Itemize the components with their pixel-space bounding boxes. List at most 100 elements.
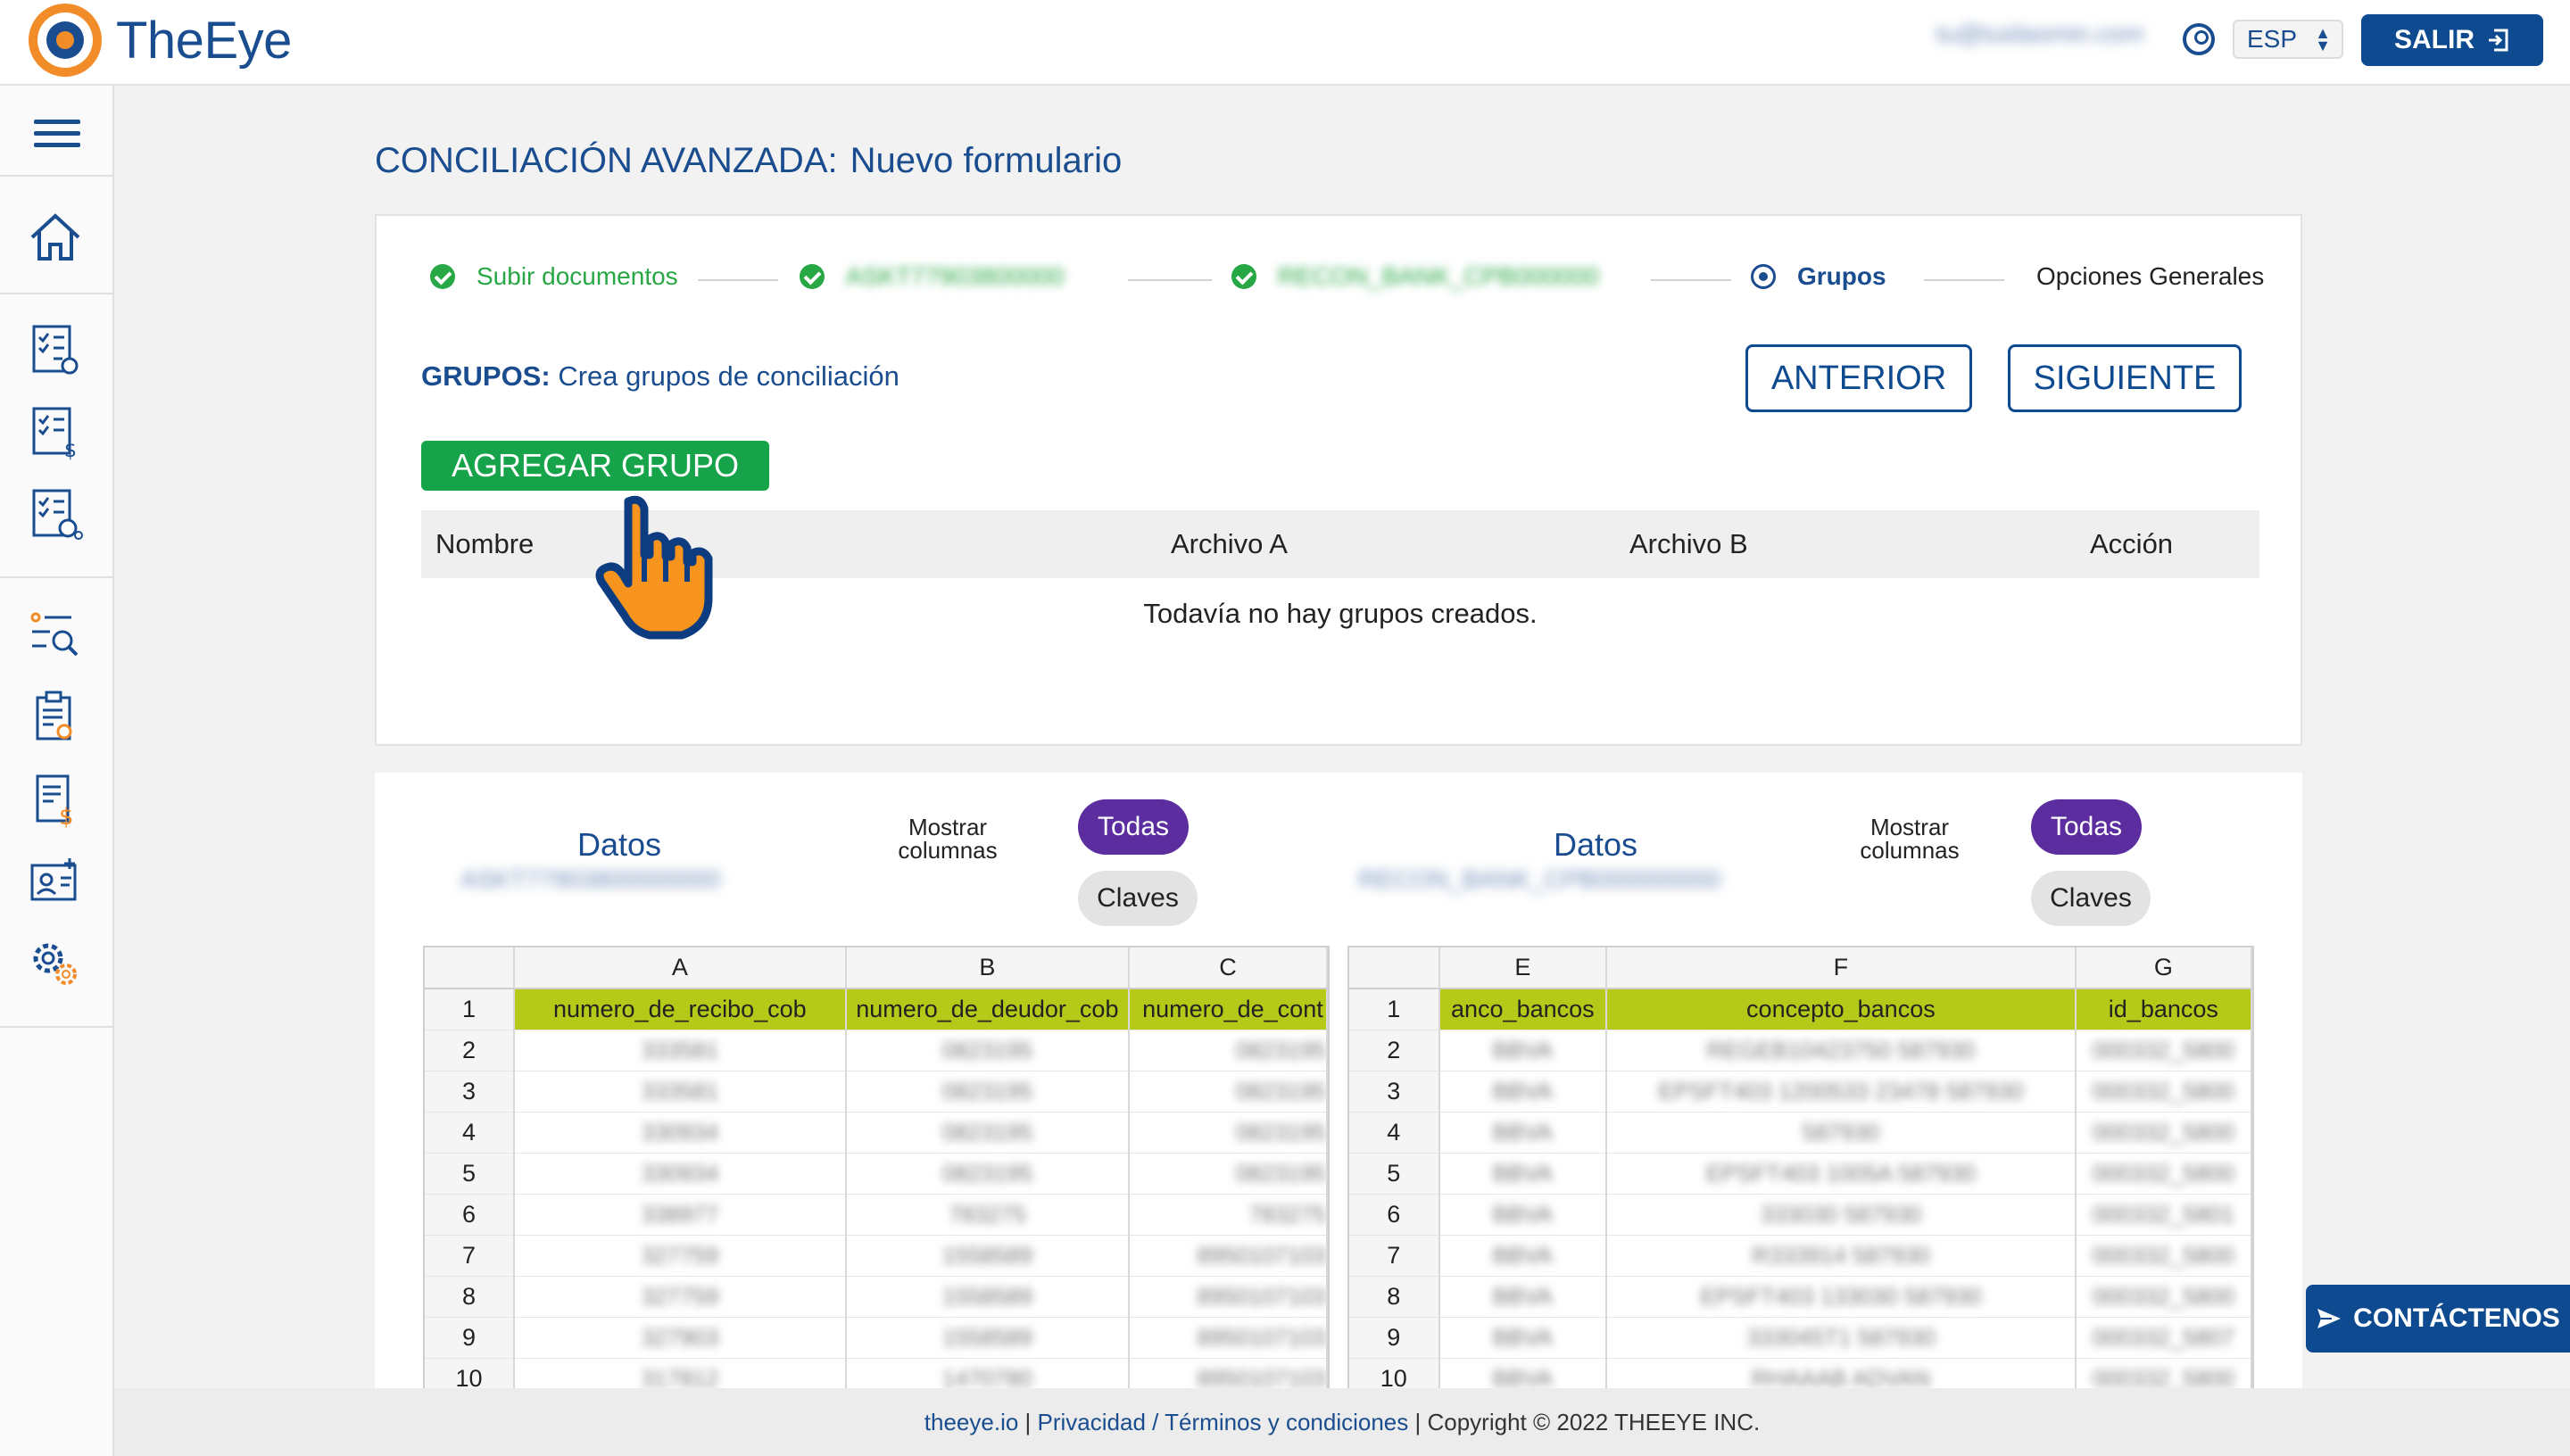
- data-cell[interactable]: 338977: [514, 1194, 847, 1236]
- data-cell[interactable]: REGEB10423750 587930: [1606, 1030, 2077, 1071]
- sidebar-divider: [0, 576, 112, 578]
- field-cell[interactable]: numero_de_cont: [1129, 989, 1328, 1030]
- data-cell[interactable]: BBVA: [1438, 1071, 1608, 1113]
- data-cell[interactable]: 000332_5800: [2075, 1030, 2252, 1071]
- clipboard-check-icon[interactable]: [27, 689, 84, 746]
- data-panel-b: Datos RECON_BANK_CPB000000000 Mostrar co…: [1347, 773, 2267, 1456]
- check-circle-icon: [800, 264, 825, 289]
- data-cell[interactable]: 0823195: [1129, 1112, 1328, 1154]
- panel-title: Datos: [576, 826, 662, 863]
- data-cell[interactable]: 0823195: [1129, 1030, 1328, 1071]
- language-select[interactable]: ESP ▲ ▼: [2233, 20, 2343, 59]
- data-cell[interactable]: 1558589: [845, 1235, 1131, 1277]
- column-letter[interactable]: C: [1129, 947, 1328, 989]
- data-cell[interactable]: 0823195: [845, 1112, 1131, 1154]
- cell-value: 1558589: [941, 1241, 1032, 1269]
- data-cell[interactable]: 783275: [1129, 1194, 1328, 1236]
- data-cell[interactable]: 333581: [514, 1071, 847, 1113]
- data-cell[interactable]: 000332_5800: [2075, 1153, 2252, 1195]
- data-cell[interactable]: EPSFT403 1200533 23478 587930: [1606, 1071, 2077, 1113]
- data-cell[interactable]: 0823195: [1129, 1071, 1328, 1113]
- data-cell[interactable]: EPSFT403 1005A 587930: [1606, 1153, 2077, 1195]
- data-cell[interactable]: 333581: [514, 1030, 847, 1071]
- filter-all-pill[interactable]: Todas: [1078, 799, 1189, 855]
- step-upload-documents[interactable]: Subir documentos: [430, 262, 678, 291]
- data-cell[interactable]: 783275: [845, 1194, 1131, 1236]
- data-cell[interactable]: 8950107103: [1129, 1317, 1328, 1359]
- data-cell[interactable]: BBVA: [1438, 1235, 1608, 1277]
- data-cell[interactable]: 330934: [514, 1153, 847, 1195]
- user-card-add-icon[interactable]: [27, 853, 84, 910]
- column-letter[interactable]: E: [1438, 947, 1608, 989]
- field-cell[interactable]: id_bancos: [2075, 989, 2252, 1030]
- data-cell[interactable]: 000332_5800: [2075, 1235, 2252, 1277]
- data-cell[interactable]: 0823195: [845, 1071, 1131, 1113]
- checklist-settings-icon[interactable]: [27, 321, 84, 378]
- page-subtitle: Nuevo formulario: [850, 141, 1123, 180]
- step-file-a[interactable]: ASKT77903800000: [800, 262, 1064, 291]
- data-cell[interactable]: 327759: [514, 1235, 847, 1277]
- field-cell[interactable]: anco_bancos: [1438, 989, 1608, 1030]
- step-general-options[interactable]: Opciones Generales: [2036, 262, 2264, 291]
- data-cell[interactable]: 587930: [1606, 1112, 2077, 1154]
- gears-icon[interactable]: [27, 935, 84, 992]
- field-cell[interactable]: numero_de_recibo_cob: [514, 989, 847, 1030]
- data-cell[interactable]: BBVA: [1438, 1194, 1608, 1236]
- menu-toggle-icon[interactable]: [34, 120, 80, 148]
- data-cell[interactable]: 333030 587930: [1606, 1194, 2077, 1236]
- data-cell[interactable]: 0823195: [845, 1153, 1131, 1195]
- column-letter[interactable]: F: [1606, 947, 2077, 989]
- app-logo[interactable]: TheEye: [29, 4, 292, 77]
- home-icon[interactable]: [27, 209, 84, 266]
- data-cell[interactable]: 000332_5801: [2075, 1194, 2252, 1236]
- data-cell[interactable]: 1558589: [845, 1276, 1131, 1318]
- data-cell[interactable]: 0823195: [1129, 1153, 1328, 1195]
- data-cell[interactable]: 000332_5800: [2075, 1112, 2252, 1154]
- page-title-main: CONCILIACIÓN AVANZADA:: [375, 141, 838, 180]
- data-cell[interactable]: 327903: [514, 1317, 847, 1359]
- cell-value: 0823195: [941, 1036, 1032, 1063]
- data-cell[interactable]: 8950107103: [1129, 1276, 1328, 1318]
- data-cell[interactable]: BBVA: [1438, 1112, 1608, 1154]
- data-cell[interactable]: 327759: [514, 1276, 847, 1318]
- footer-privacy-link[interactable]: Privacidad: [1038, 1409, 1146, 1435]
- step-file-b[interactable]: RECON_BANK_CPB000000: [1231, 262, 1599, 291]
- data-cell[interactable]: 1558589: [845, 1317, 1131, 1359]
- data-cell[interactable]: BBVA: [1438, 1030, 1608, 1071]
- step-groups[interactable]: Grupos: [1751, 262, 1886, 291]
- checklist-gear-icon[interactable]: [27, 485, 84, 542]
- column-letter[interactable]: A: [514, 947, 847, 989]
- data-cell[interactable]: BBVA: [1438, 1317, 1608, 1359]
- user-account-icon[interactable]: [2183, 23, 2215, 55]
- contact-us-button[interactable]: CONTÁCTENOS: [2306, 1285, 2570, 1353]
- next-button[interactable]: SIGUIENTE: [2008, 344, 2242, 412]
- invoice-dollar-icon[interactable]: $: [27, 771, 84, 828]
- data-cell[interactable]: 000332_5800: [2075, 1276, 2252, 1318]
- data-cell[interactable]: BBVA: [1438, 1276, 1608, 1318]
- footer-site-link[interactable]: theeye.io: [924, 1409, 1019, 1435]
- filter-keys-pill[interactable]: Claves: [1078, 871, 1198, 926]
- data-cell[interactable]: 333045T1 587930: [1606, 1317, 2077, 1359]
- footer-terms-link[interactable]: Términos y condiciones: [1165, 1409, 1408, 1435]
- logout-button[interactable]: SALIR: [2361, 14, 2543, 66]
- data-cell[interactable]: BBVA: [1438, 1153, 1608, 1195]
- data-cell[interactable]: EPSFT403 133030 587930: [1606, 1276, 2077, 1318]
- data-cell[interactable]: 8950107103: [1129, 1235, 1328, 1277]
- column-letter[interactable]: G: [2075, 947, 2252, 989]
- checklist-dollar-icon[interactable]: $: [27, 403, 84, 460]
- column-letter[interactable]: B: [845, 947, 1131, 989]
- search-list-icon[interactable]: [27, 607, 84, 664]
- step-connector: [698, 279, 778, 281]
- field-cell[interactable]: concepto_bancos: [1606, 989, 2077, 1030]
- field-cell[interactable]: numero_de_deudor_cob: [845, 989, 1131, 1030]
- add-group-button[interactable]: AGREGAR GRUPO: [421, 441, 769, 491]
- previous-button[interactable]: ANTERIOR: [1745, 344, 1972, 412]
- cell-value: 8950107103: [1197, 1282, 1326, 1310]
- data-cell[interactable]: 0823195: [845, 1030, 1131, 1071]
- filter-keys-pill[interactable]: Claves: [2031, 871, 2151, 926]
- data-cell[interactable]: 000332_5800: [2075, 1071, 2252, 1113]
- filter-all-pill[interactable]: Todas: [2031, 799, 2142, 855]
- data-cell[interactable]: 330934: [514, 1112, 847, 1154]
- data-cell[interactable]: R333914 587930: [1606, 1235, 2077, 1277]
- data-cell[interactable]: 000332_5807: [2075, 1317, 2252, 1359]
